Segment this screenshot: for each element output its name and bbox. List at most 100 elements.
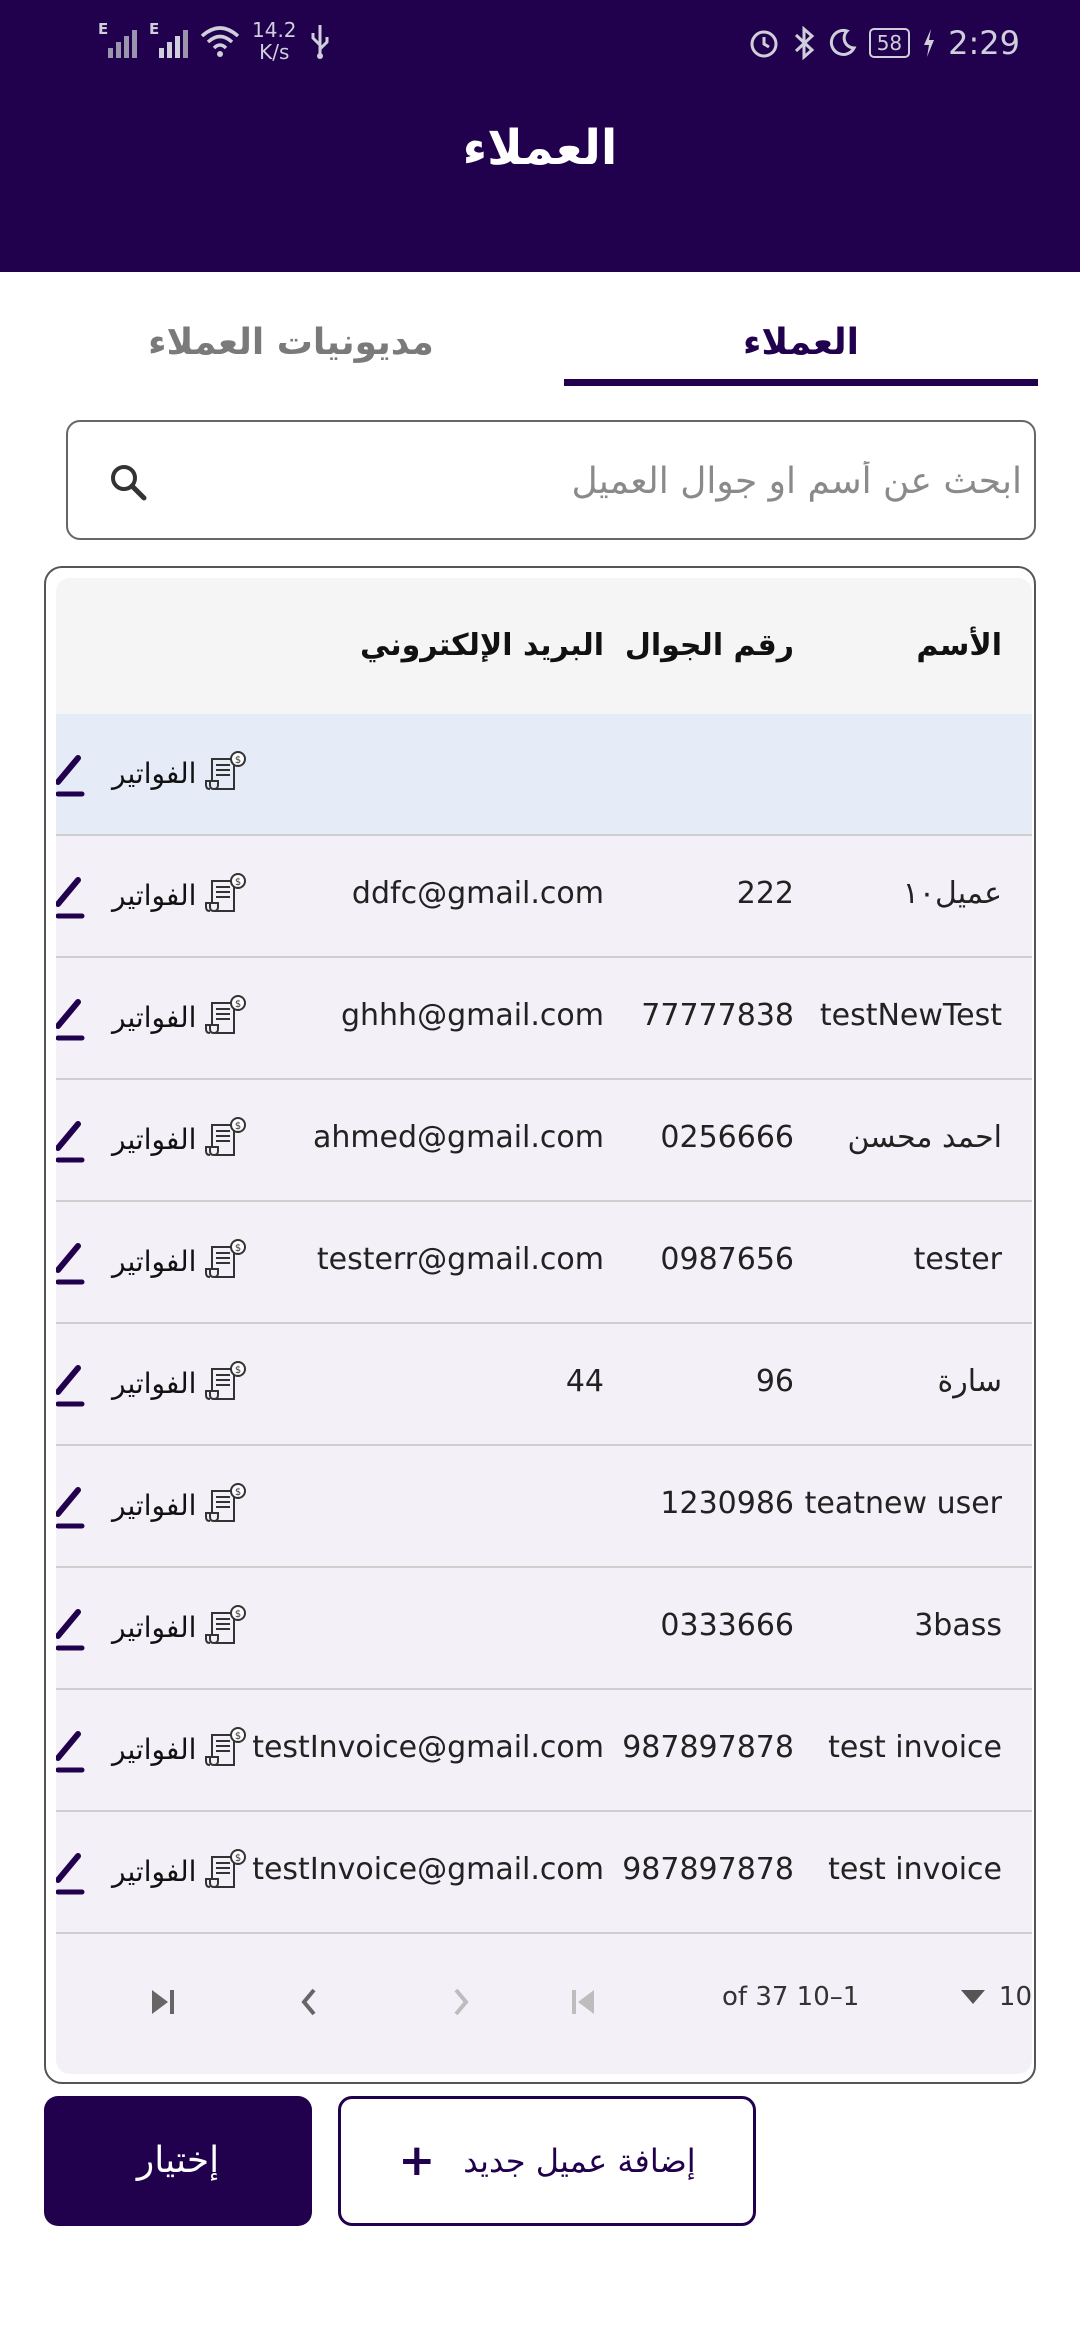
invoices-button[interactable]: الفواتير $ [112, 1358, 250, 1408]
last-page-icon[interactable] [136, 1974, 192, 2030]
cell-phone: 222 [736, 876, 794, 911]
header-phone[interactable]: رقم الجوال [625, 628, 794, 663]
cell-phone: 0256666 [660, 1120, 794, 1155]
moon-icon [829, 28, 857, 56]
invoices-button[interactable]: الفواتير $ [112, 1114, 250, 1164]
edit-icon[interactable] [56, 1484, 86, 1530]
signal-icon-1: E [98, 20, 137, 58]
invoice-receipt-icon: $ [205, 1361, 247, 1400]
table-row[interactable]: عميل١٠ 222 ddfc@gmail.com الفواتير $ [56, 836, 1032, 958]
svg-text:$: $ [235, 1609, 241, 1620]
rows-per-page-select[interactable]: 10 [960, 1982, 1032, 2012]
svg-text:$: $ [235, 755, 241, 766]
status-bar: E E 14.2 K/s 58 2:29 [0, 0, 1080, 80]
edit-icon[interactable] [56, 996, 86, 1042]
cell-name: test invoice [828, 1852, 1002, 1887]
cell-email: ddfc@gmail.com [351, 876, 604, 911]
tab-customers[interactable]: العملاء [564, 322, 1038, 363]
edit-icon[interactable] [56, 752, 86, 798]
status-right: 58 2:29 [747, 18, 1020, 68]
edit-icon[interactable] [56, 1240, 86, 1286]
cell-phone: 96 [755, 1364, 794, 1399]
cell-email: testInvoice@gmail.com [252, 1730, 604, 1765]
plus-icon: + [398, 2135, 436, 2186]
cell-email: ahmed@gmail.com [312, 1120, 604, 1155]
previous-page-icon[interactable] [432, 1974, 488, 2030]
invoice-receipt-icon: $ [205, 1849, 247, 1888]
tab-customer-debts[interactable]: مديونيات العملاء [42, 322, 540, 363]
table-row[interactable]: test invoice 987897878 testInvoice@gmail.c… [56, 1690, 1032, 1812]
speed-unit: K/s [259, 40, 290, 64]
first-page-icon[interactable] [556, 1974, 612, 2030]
next-page-icon[interactable] [282, 1974, 338, 2030]
app-bar: العملاء [0, 80, 1080, 272]
edit-icon[interactable] [56, 1850, 86, 1896]
wifi-icon [200, 26, 240, 57]
table-row[interactable]: 3bass 0333666 الفواتير $ [56, 1568, 1032, 1690]
cell-phone: 0987656 [660, 1242, 794, 1277]
invoice-receipt-icon: $ [205, 873, 247, 912]
search-input[interactable] [180, 432, 1024, 530]
table-row[interactable]: الفواتير $ [56, 714, 1032, 836]
charging-icon [924, 29, 935, 57]
usb-icon [311, 25, 329, 59]
svg-text:$: $ [235, 999, 241, 1010]
network-type-2: E [149, 20, 160, 38]
cell-name: احمد محسن [847, 1120, 1002, 1155]
battery-level: 58 [868, 28, 911, 58]
invoices-button[interactable]: الفواتير $ [112, 1846, 250, 1896]
header-email[interactable]: البريد الإلكتروني [360, 628, 604, 663]
edit-icon[interactable] [56, 874, 86, 920]
search-icon[interactable] [108, 462, 148, 502]
edit-icon[interactable] [56, 1362, 86, 1408]
edit-icon[interactable] [56, 1118, 86, 1164]
table-row[interactable]: tester 0987656 testerr@gmail.com الفواتير $ [56, 1202, 1032, 1324]
table-row[interactable]: احمد محسن 0256666 ahmed@gmail.com الفواتير $ [56, 1080, 1032, 1202]
svg-text:$: $ [235, 877, 241, 888]
table-row[interactable]: سارة 96 44 الفواتير $ [56, 1324, 1032, 1446]
clock: 2:29 [948, 24, 1020, 62]
edit-icon[interactable] [56, 1606, 86, 1652]
invoices-button[interactable]: الفواتير $ [112, 1602, 250, 1652]
pagination: 10 of 37 10–1 [56, 1954, 1032, 2074]
search-box [66, 420, 1036, 540]
header-name[interactable]: الأسم [916, 628, 1002, 663]
cell-phone: 987897878 [622, 1730, 794, 1765]
cell-phone: 0333666 [660, 1608, 794, 1643]
invoice-receipt-icon: $ [205, 751, 247, 790]
svg-text:$: $ [235, 1243, 241, 1254]
table-row[interactable]: test invoice 987897878 testInvoice@gmail.c… [56, 1812, 1032, 1934]
choose-button[interactable]: إختيار [44, 2096, 312, 2226]
invoice-receipt-icon: $ [205, 1605, 247, 1644]
invoices-button[interactable]: الفواتير $ [112, 870, 250, 920]
invoices-button[interactable]: الفواتير $ [112, 1724, 250, 1774]
invoices-button[interactable]: الفواتير $ [112, 992, 250, 1042]
page-title: العملاء [462, 120, 618, 176]
rows-per-page-value: 10 [998, 1982, 1032, 2012]
invoices-label: الفواتير [112, 1122, 197, 1156]
cell-name: testNewTest [819, 998, 1002, 1033]
alarm-icon [750, 30, 778, 58]
invoices-label: الفواتير [112, 1610, 197, 1644]
cell-phone: 1230986 [660, 1486, 794, 1521]
invoice-receipt-icon: $ [205, 995, 247, 1034]
invoices-button[interactable]: الفواتير $ [112, 748, 250, 798]
status-left: E E 14.2 K/s [98, 16, 331, 66]
table-row[interactable]: teatnew user 1230986 الفواتير $ [56, 1446, 1032, 1568]
invoices-button[interactable]: الفواتير $ [112, 1480, 250, 1530]
invoice-receipt-icon: $ [205, 1117, 247, 1156]
cell-name: test invoice [828, 1730, 1002, 1765]
invoices-label: الفواتير [112, 1366, 197, 1400]
invoices-button[interactable]: الفواتير $ [112, 1236, 250, 1286]
customers-table-card: الأسم رقم الجوال البريد الإلكتروني الفوا… [44, 566, 1036, 2084]
table-row[interactable]: testNewTest 77777838 ghhh@gmail.com الفواتي… [56, 958, 1032, 1080]
edit-icon[interactable] [56, 1728, 86, 1774]
cell-email: testInvoice@gmail.com [252, 1852, 604, 1887]
svg-text:$: $ [235, 1365, 241, 1376]
svg-text:$: $ [235, 1121, 241, 1132]
invoices-label: الفواتير [112, 1854, 197, 1888]
speed-value: 14.2 [252, 18, 297, 42]
add-customer-button[interactable]: إضافة عميل جديد + [338, 2096, 756, 2226]
bluetooth-icon [794, 26, 814, 60]
cell-name: 3bass [914, 1608, 1002, 1643]
